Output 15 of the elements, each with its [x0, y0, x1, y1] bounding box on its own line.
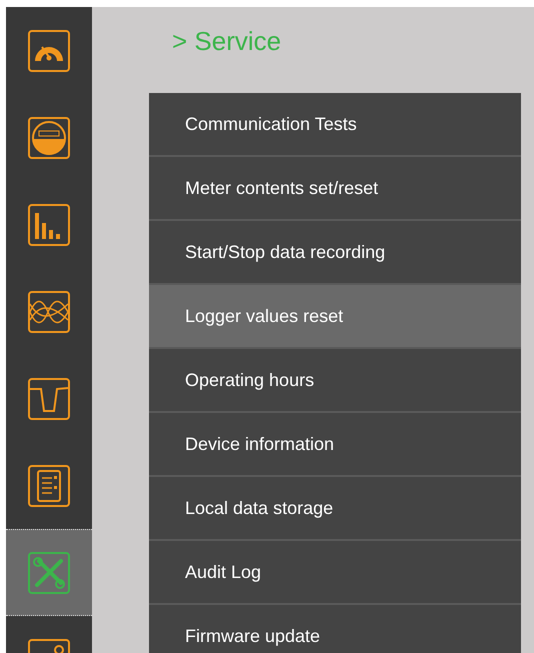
menu-item[interactable]: Communication Tests — [149, 93, 521, 157]
menu-item[interactable]: Operating hours — [149, 349, 521, 413]
breadcrumb-title: > Service — [172, 25, 282, 57]
gauge-icon[interactable] — [27, 28, 71, 72]
list-icon[interactable] — [27, 464, 71, 508]
menu-item[interactable]: Logger values reset — [149, 285, 521, 349]
menu-item[interactable]: Local data storage — [149, 477, 521, 541]
menu-item[interactable]: Device information — [149, 413, 521, 477]
dip-icon[interactable] — [27, 376, 71, 420]
menu-item[interactable]: Meter contents set/reset — [149, 157, 521, 221]
waves-icon[interactable] — [27, 290, 71, 334]
meter-icon[interactable] — [27, 116, 71, 160]
menu-item[interactable]: Audit Log — [149, 541, 521, 605]
menu-item[interactable]: Firmware update — [149, 605, 521, 653]
bars-icon[interactable] — [27, 202, 71, 246]
